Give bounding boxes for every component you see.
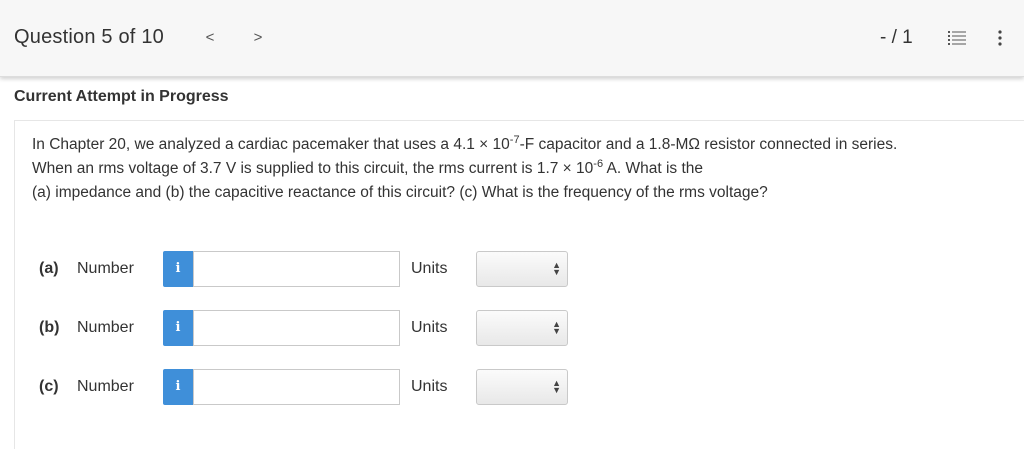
number-input-c[interactable] [193, 369, 400, 405]
up-down-arrows-icon: ▲ ▼ [552, 260, 561, 277]
units-label: Units [411, 378, 448, 395]
question-line-1: In Chapter 20, we analyzed a cardiac pac… [32, 134, 898, 154]
more-vertical-icon[interactable] [994, 29, 1006, 47]
info-button[interactable]: i [163, 369, 193, 405]
info-button[interactable]: i [163, 251, 193, 287]
answer-row-c: (c) Number i Units ▲ ▼ [0, 369, 1024, 405]
units-select-a[interactable]: ▲ ▼ [476, 251, 568, 287]
number-label: Number [77, 260, 134, 277]
question-text: In Chapter 20, we analyzed a cardiac pac… [32, 133, 1007, 205]
previous-question-button[interactable]: < [200, 26, 220, 50]
part-label: (a) [39, 260, 59, 277]
part-label: (c) [39, 378, 59, 395]
number-input-b[interactable] [193, 310, 400, 346]
number-label: Number [77, 319, 134, 336]
number-input-a[interactable] [193, 251, 400, 287]
up-down-arrows-icon: ▲ ▼ [552, 378, 561, 395]
part-label: (b) [39, 319, 60, 336]
score: - / 1 [880, 27, 913, 48]
question-position: Question 5 of 10 [14, 26, 164, 48]
next-question-button[interactable]: > [248, 26, 268, 50]
question-line-3: (a) impedance and (b) the capacitive rea… [32, 184, 768, 201]
answer-row-b: (b) Number i Units ▲ ▼ [0, 310, 1024, 346]
info-button[interactable]: i [163, 310, 193, 346]
units-select-b[interactable]: ▲ ▼ [476, 310, 568, 346]
list-icon[interactable] [948, 30, 966, 46]
answer-row-a: (a) Number i Units ▲ ▼ [0, 251, 1024, 287]
up-down-arrows-icon: ▲ ▼ [552, 319, 561, 336]
number-label: Number [77, 378, 134, 395]
divider [14, 120, 1024, 121]
units-label: Units [411, 319, 448, 336]
units-label: Units [411, 260, 448, 277]
top-bar: Question 5 of 10 < > - / 1 [0, 0, 1024, 77]
attempt-heading: Current Attempt in Progress [14, 88, 229, 105]
question-line-2: When an rms voltage of 3.7 V is supplied… [32, 158, 703, 178]
units-select-c[interactable]: ▲ ▼ [476, 369, 568, 405]
